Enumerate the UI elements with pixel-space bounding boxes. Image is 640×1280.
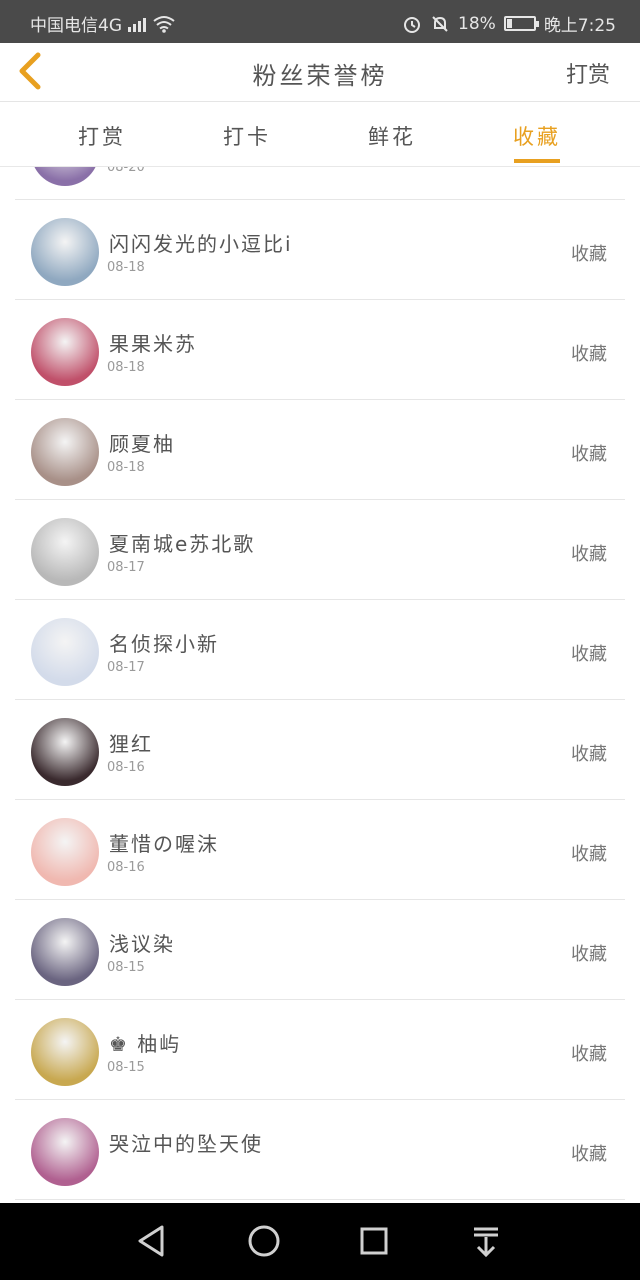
entry-type: 收藏 — [571, 644, 607, 665]
entry-type: 收藏 — [571, 744, 607, 765]
signal-icon — [128, 16, 146, 32]
wifi-icon — [153, 15, 175, 33]
avatar[interactable] — [31, 818, 99, 886]
entry-date: 08-15 — [107, 1060, 145, 1075]
avatar[interactable] — [31, 1018, 99, 1086]
tab-flowers[interactable]: 鲜花 — [347, 121, 437, 151]
user-name: 狸红 — [109, 732, 153, 756]
system-nav-bar — [0, 1203, 640, 1280]
tab-bar: 打赏 打卡 鲜花 收藏 — [0, 103, 640, 167]
entry-date: 08-20 — [107, 167, 145, 175]
avatar[interactable] — [31, 318, 99, 386]
entry-date: 08-16 — [107, 760, 145, 775]
user-name: 哭泣中的坠天使 — [109, 1132, 263, 1156]
entry-type: 收藏 — [571, 944, 607, 965]
list-item[interactable]: ご Y ' ぉ ☆08-20收藏 — [15, 167, 625, 200]
entry-type: 收藏 — [571, 844, 607, 865]
entry-date: 08-18 — [107, 260, 145, 275]
avatar[interactable] — [31, 918, 99, 986]
avatar[interactable] — [31, 218, 99, 286]
clock: 晚上7:25 — [543, 16, 616, 36]
list-item[interactable]: 董惜の喔沫 08-16 收藏 — [15, 800, 625, 900]
user-name: 名侦探小新 — [109, 632, 219, 656]
mute-bell-icon — [432, 15, 448, 32]
list-item[interactable]: 果果米苏 08-18 收藏 — [15, 300, 625, 400]
user-name: 果果米苏 — [109, 332, 197, 356]
alarm-icon — [404, 16, 421, 33]
list-item[interactable]: 夏南城e苏北歌 08-17 收藏 — [15, 500, 625, 600]
entry-type: 收藏 — [571, 1144, 607, 1165]
circle-home-icon[interactable] — [246, 1223, 282, 1259]
list-item[interactable]: 名侦探小新 08-17 收藏 — [15, 600, 625, 700]
entry-date: 08-17 — [107, 660, 145, 675]
entry-date: 08-18 — [107, 360, 145, 375]
avatar[interactable] — [31, 718, 99, 786]
list-item[interactable]: ♚ 柚屿 08-15 收藏 — [15, 1000, 625, 1100]
carrier-label: 中国电信4G — [30, 16, 122, 36]
battery-icon — [503, 16, 539, 31]
list-item[interactable]: 狸红 08-16 收藏 — [15, 700, 625, 800]
triangle-back-icon[interactable] — [136, 1223, 166, 1259]
user-name: 夏南城e苏北歌 — [109, 532, 256, 556]
entry-date: 08-17 — [107, 560, 145, 575]
status-bar: 中国电信4G 18% 晚上7:25 — [0, 0, 640, 43]
avatar[interactable] — [31, 1118, 99, 1186]
square-recent-icon[interactable] — [358, 1223, 390, 1259]
avatar[interactable] — [31, 167, 99, 186]
tab-checkin[interactable]: 打卡 — [202, 121, 292, 151]
avatar[interactable] — [31, 618, 99, 686]
entry-type: 收藏 — [571, 544, 607, 565]
avatar[interactable] — [31, 518, 99, 586]
entry-type: 收藏 — [571, 244, 607, 265]
user-name: 闪闪发光的小逗比i — [109, 232, 293, 256]
user-name: ♚ 柚屿 — [109, 1032, 182, 1056]
tab-reward[interactable]: 打赏 — [57, 121, 147, 151]
battery-percent: 18% — [458, 13, 496, 34]
user-name: 浅议染 — [109, 932, 175, 956]
page-title: 粉丝荣誉榜 — [252, 62, 388, 90]
entry-type: 收藏 — [571, 344, 607, 365]
user-name: 顾夏柚 — [109, 432, 175, 456]
entry-type: 收藏 — [571, 1044, 607, 1065]
pull-down-icon[interactable] — [470, 1223, 502, 1259]
list-item[interactable]: 浅议染 08-15 收藏 — [15, 900, 625, 1000]
entry-date: 08-15 — [107, 960, 145, 975]
list-item[interactable]: 顾夏柚 08-18 收藏 — [15, 400, 625, 500]
fan-list[interactable]: ご Y ' ぉ ☆08-20收藏闪闪发光的小逗比i08-18收藏果果米苏08-1… — [0, 167, 640, 1203]
avatar[interactable] — [31, 418, 99, 486]
entry-date: 08-18 — [107, 460, 145, 475]
entry-date: 08-16 — [107, 860, 145, 875]
reward-button[interactable]: 打赏 — [566, 57, 610, 89]
header-bar: 粉丝荣誉榜 打赏 — [0, 43, 640, 102]
list-item[interactable]: 哭泣中的坠天使收藏 — [15, 1100, 625, 1200]
tab-favorites[interactable]: 收藏 — [492, 121, 582, 163]
list-item[interactable]: 闪闪发光的小逗比i 08-18 收藏 — [15, 200, 625, 300]
entry-type: 收藏 — [571, 444, 607, 465]
user-name: 董惜の喔沫 — [109, 832, 219, 856]
